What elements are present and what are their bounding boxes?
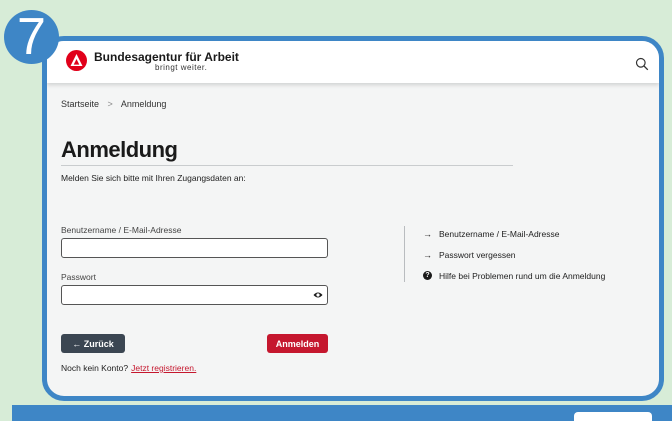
laptop-base — [12, 405, 672, 421]
brand-slogan: bringt weiter. — [155, 63, 208, 72]
no-account-text: Noch kein Konto? — [61, 363, 129, 373]
title-divider — [61, 165, 513, 166]
no-account-hint: Noch kein Konto? Jetzt registrieren. — [61, 363, 196, 373]
breadcrumb-current: Anmeldung — [120, 99, 167, 109]
breadcrumb: Startseite > Anmeldung — [61, 99, 166, 109]
arrow-right-icon: → — [423, 249, 432, 260]
password-label: Passwort — [61, 272, 96, 282]
help-link-password[interactable]: → Passwort vergessen — [423, 249, 605, 260]
help-link-label: Passwort vergessen — [439, 249, 516, 260]
vertical-divider — [404, 226, 405, 282]
help-link-label: Benutzername / E-Mail-Adresse — [439, 228, 560, 239]
help-icon: ? — [423, 271, 432, 280]
back-button[interactable]: ← Zurück — [61, 334, 125, 353]
username-input[interactable] — [61, 238, 328, 258]
register-link[interactable]: Jetzt registrieren. — [131, 363, 196, 373]
site-header: Bundesagentur für Arbeit bringt weiter. — [47, 41, 659, 83]
ba-logo-icon[interactable] — [66, 50, 87, 71]
eye-icon[interactable] — [313, 291, 323, 299]
page-subtitle: Melden Sie sich bitte mit Ihren Zugangsd… — [61, 173, 246, 183]
username-label: Benutzername / E-Mail-Adresse — [61, 225, 182, 235]
help-link-label: Hilfe bei Problemen rund um die Anmeldun… — [439, 270, 606, 281]
page-title: Anmeldung — [61, 137, 178, 162]
help-links: → Benutzername / E-Mail-Adresse → Passwo… — [423, 228, 605, 291]
step-number-badge: 7 — [4, 10, 59, 64]
search-icon[interactable] — [635, 57, 649, 71]
brand-name[interactable]: Bundesagentur für Arbeit — [94, 50, 239, 64]
browser-screen: Bundesagentur für Arbeit bringt weiter. … — [42, 36, 664, 401]
password-input[interactable] — [61, 285, 328, 305]
help-link-username[interactable]: → Benutzername / E-Mail-Adresse — [423, 228, 605, 239]
breadcrumb-separator: > — [107, 99, 113, 109]
help-link-problems[interactable]: ? Hilfe bei Problemen rund um die Anmeld… — [423, 270, 605, 281]
arrow-right-icon: → — [423, 228, 432, 239]
breadcrumb-home[interactable]: Startseite — [61, 99, 99, 109]
login-button[interactable]: Anmelden — [267, 334, 328, 353]
laptop-notch — [574, 412, 652, 421]
